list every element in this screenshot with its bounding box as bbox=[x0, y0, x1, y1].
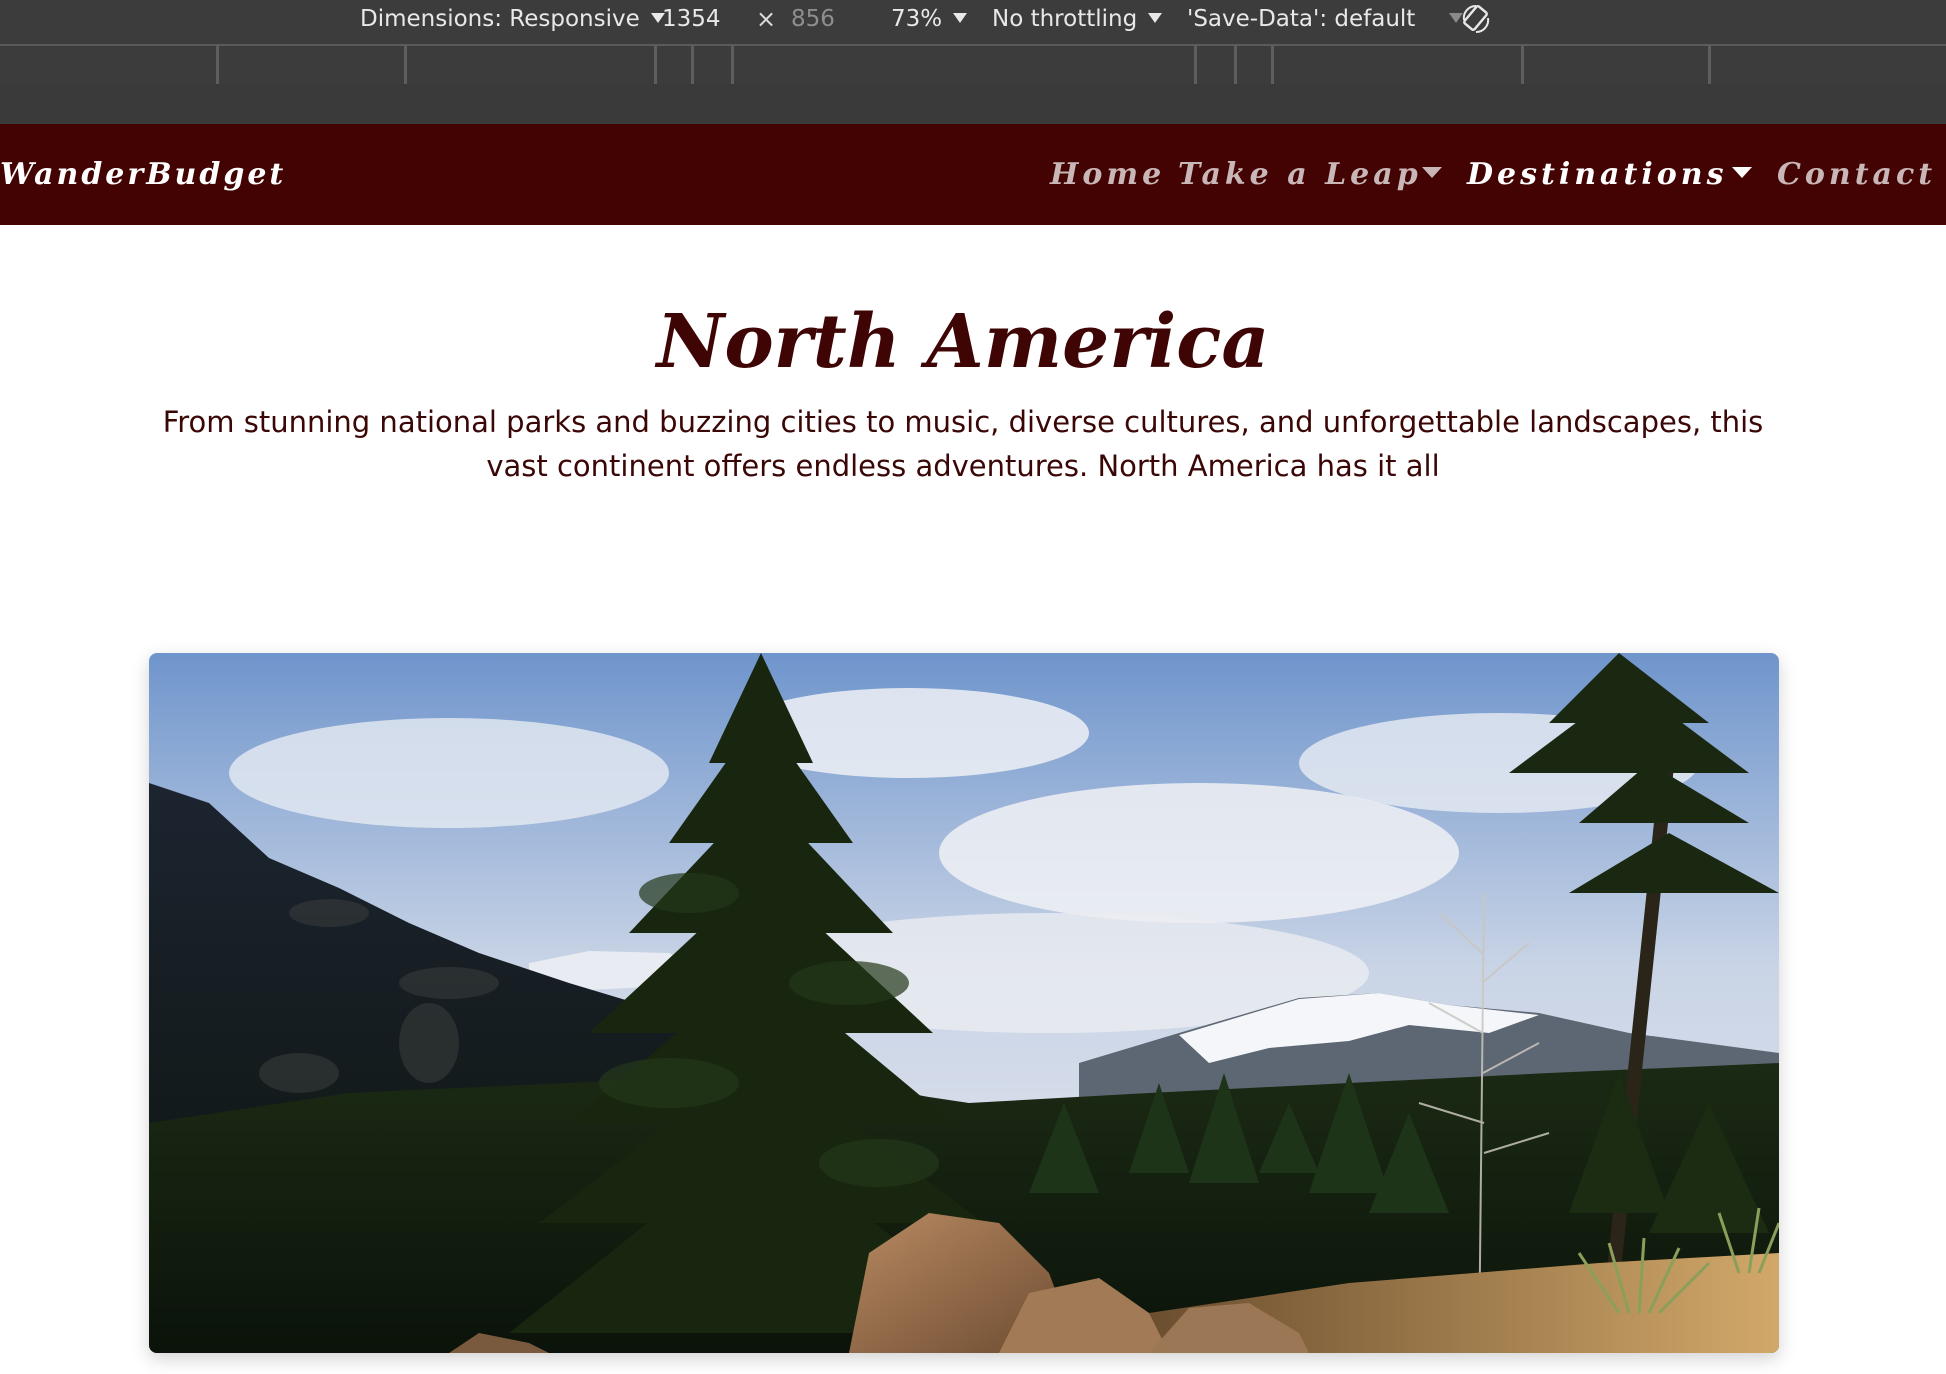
nav-contact[interactable]: Contact bbox=[1777, 124, 1936, 225]
ruler-tick bbox=[731, 46, 734, 84]
chevron-down-icon[interactable] bbox=[1732, 167, 1752, 178]
dimension-separator: × bbox=[756, 5, 777, 33]
chevron-down-icon bbox=[953, 12, 968, 23]
dimensions-dropdown[interactable]: Dimensions: Responsive bbox=[360, 0, 665, 40]
devtools-spacer bbox=[0, 84, 1946, 124]
throttling-label: No throttling bbox=[992, 6, 1138, 32]
ruler-tick bbox=[691, 46, 694, 84]
save-data-label: 'Save-Data': default bbox=[1187, 6, 1416, 32]
ruler-tick bbox=[1194, 46, 1197, 84]
media-query-ruler bbox=[0, 44, 1946, 86]
width-input[interactable]: 1354 bbox=[662, 0, 721, 40]
brand-logo[interactable]: WanderBudget bbox=[0, 124, 286, 225]
site-navbar: WanderBudget Home Take a Leap Destinatio… bbox=[0, 124, 1946, 225]
height-input[interactable]: 856 bbox=[791, 0, 835, 40]
throttling-dropdown[interactable]: No throttling bbox=[992, 0, 1163, 40]
devtools-device-toolbar: Dimensions: Responsive 1354 × 856 73% No… bbox=[0, 0, 1946, 44]
nav-take-a-leap[interactable]: Take a Leap bbox=[1178, 124, 1422, 225]
save-data-dropdown[interactable]: 'Save-Data': default bbox=[1187, 0, 1464, 40]
zoom-dropdown[interactable]: 73% bbox=[891, 0, 968, 40]
ruler-tick bbox=[654, 46, 657, 84]
nav-home[interactable]: Home bbox=[1050, 124, 1165, 225]
ruler-tick bbox=[1708, 46, 1711, 84]
hero-landscape-image bbox=[149, 653, 1779, 1353]
ruler-tick bbox=[404, 46, 407, 84]
page-title: North America bbox=[656, 299, 1270, 385]
ruler-tick bbox=[1271, 46, 1274, 84]
ruler-tick bbox=[1234, 46, 1237, 84]
nav-destinations[interactable]: Destinations bbox=[1467, 124, 1727, 225]
chevron-down-icon[interactable] bbox=[1422, 167, 1442, 178]
chevron-down-icon bbox=[1148, 12, 1163, 23]
ruler-tick bbox=[1521, 46, 1524, 84]
ruler-tick bbox=[216, 46, 219, 84]
dimensions-label: Dimensions: Responsive bbox=[360, 6, 640, 32]
rotate-icon[interactable] bbox=[1456, 0, 1496, 40]
zoom-label: 73% bbox=[891, 6, 943, 32]
intro-paragraph: From stunning national parks and buzzing… bbox=[162, 405, 1764, 483]
